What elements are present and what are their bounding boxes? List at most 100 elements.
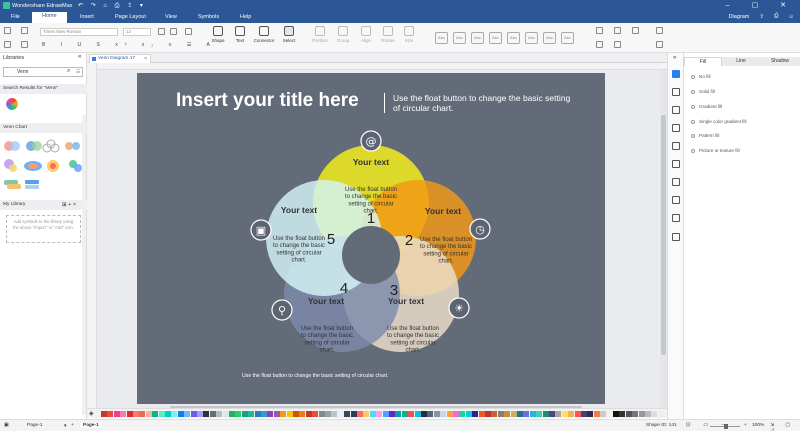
fit-page-icons[interactable]: ⇲ ▢ ⤢ <box>770 423 800 431</box>
style-preset-5[interactable]: Abc <box>507 32 520 44</box>
layers-tool-icon[interactable] <box>672 233 680 241</box>
palette-swatch[interactable] <box>600 411 607 417</box>
menu-view[interactable]: View <box>165 14 177 20</box>
palette-swatch[interactable] <box>369 411 376 417</box>
palette-swatch[interactable] <box>120 411 127 417</box>
palette-swatch[interactable] <box>632 411 639 417</box>
arrow-style-icon[interactable] <box>614 41 621 48</box>
menu-insert[interactable]: Insert <box>80 14 94 20</box>
text-tool[interactable]: Text <box>228 26 252 43</box>
diagram-subtitle[interactable]: Use the float button to change the basic… <box>393 93 573 113</box>
palette-swatch[interactable] <box>376 411 383 417</box>
share-icon[interactable]: ⇪ <box>759 14 764 20</box>
palette-swatch[interactable] <box>536 411 543 417</box>
palette-swatch[interactable] <box>286 411 293 417</box>
palette-swatch[interactable] <box>645 411 651 417</box>
palette-swatch[interactable] <box>459 411 466 417</box>
palette-swatch[interactable] <box>568 411 575 417</box>
print-icon[interactable]: ⎙ <box>774 13 778 20</box>
palette-swatch[interactable] <box>574 411 581 417</box>
palette-swatch[interactable] <box>485 411 491 417</box>
radio-icon[interactable] <box>691 74 695 79</box>
style-preset-6[interactable]: Abc <box>525 32 538 44</box>
fill-option-gradient[interactable]: Gradient fill <box>691 104 722 109</box>
palette-swatch[interactable] <box>440 411 447 417</box>
palette-swatch[interactable] <box>561 411 568 417</box>
palette-swatch[interactable] <box>465 411 472 417</box>
palette-swatch[interactable] <box>254 411 261 417</box>
search-icon[interactable]: ⌕ <box>67 68 70 75</box>
radio-icon[interactable] <box>691 104 695 109</box>
text-format-buttons[interactable]: B I U S x² x₂ ≡ ☰ A <box>42 42 217 48</box>
palette-swatch[interactable] <box>427 411 434 417</box>
search-results-header[interactable]: Search Results for "Venn" <box>0 84 87 94</box>
color-palette[interactable]: ◈ <box>87 408 667 418</box>
font-family-select[interactable]: Times New Roman <box>40 28 118 36</box>
palette-swatch[interactable] <box>197 411 203 417</box>
line-color-icon[interactable] <box>614 27 621 34</box>
style-preset-2[interactable]: Abc <box>453 32 466 44</box>
radio-icon[interactable] <box>691 119 695 124</box>
palette-swatch[interactable] <box>171 411 178 417</box>
document-tab[interactable]: Venn Diagram 17 × <box>89 54 151 63</box>
page-selector-arrow-icon[interactable]: ▾ <box>64 423 67 429</box>
palette-swatch[interactable] <box>587 411 594 417</box>
palette-swatch[interactable] <box>325 411 331 417</box>
tab-shadow[interactable]: Shadow <box>760 57 800 66</box>
format-painter-icon[interactable] <box>21 41 28 48</box>
close-tab-icon[interactable]: × <box>144 55 147 63</box>
palette-swatch[interactable] <box>158 411 165 417</box>
palette-swatch[interactable] <box>510 411 517 417</box>
palette-swatch[interactable] <box>101 411 107 417</box>
table-tool-icon[interactable] <box>672 178 680 186</box>
diagram-footer-note[interactable]: Use the float button to change the basic… <box>242 373 389 379</box>
palette-swatch[interactable] <box>401 411 408 417</box>
palette-swatch[interactable] <box>357 411 363 417</box>
palette-swatch[interactable] <box>408 411 415 417</box>
fill-bucket-icon[interactable]: ◈ <box>89 410 94 417</box>
align-icon[interactable] <box>185 28 192 35</box>
palette-swatch[interactable] <box>152 411 159 417</box>
chart-tool-icon[interactable] <box>672 160 680 168</box>
palette-swatch[interactable] <box>625 411 632 417</box>
group-tool[interactable]: Group <box>331 26 355 43</box>
style-tool-icon[interactable] <box>672 88 680 96</box>
palette-swatch[interactable] <box>350 411 357 417</box>
palette-swatch[interactable] <box>203 411 210 417</box>
palette-swatch[interactable] <box>312 411 319 417</box>
palette-swatch[interactable] <box>273 411 280 417</box>
position-tool[interactable]: Position <box>308 26 332 43</box>
zoom-in-icon[interactable]: + <box>744 423 747 428</box>
paste-icon[interactable] <box>4 41 11 48</box>
palette-swatch[interactable] <box>613 411 619 417</box>
palette-swatch[interactable] <box>344 411 351 417</box>
style-preset-3[interactable]: Abc <box>471 32 484 44</box>
venn-diagram[interactable]: @◷☀⚲▣ 1Your textUse the float button to c… <box>137 73 605 404</box>
import-add-icons[interactable]: ⊞ + × <box>62 200 76 210</box>
palette-swatch[interactable] <box>126 411 133 417</box>
decrease-font-icon[interactable] <box>170 28 177 35</box>
palette-swatch[interactable] <box>395 411 402 417</box>
align-tool[interactable]: Align <box>354 26 378 43</box>
outline-tool-icon[interactable] <box>672 214 680 222</box>
petal-heading[interactable]: Your text <box>308 296 344 306</box>
palette-swatch[interactable] <box>421 411 427 417</box>
style-preset-4[interactable]: Abc <box>489 32 502 44</box>
find-icon[interactable] <box>656 27 663 34</box>
fill-option-picture-texture[interactable]: Picture or texture fill <box>691 148 740 153</box>
user-icon[interactable]: ☺ <box>788 14 794 20</box>
venn-chart-thumbnails[interactable] <box>3 138 85 198</box>
font-size-select[interactable]: 12 <box>123 28 151 36</box>
palette-swatch[interactable] <box>581 411 587 417</box>
palette-swatch[interactable] <box>363 411 370 417</box>
radio-icon[interactable] <box>691 133 695 138</box>
collapse-panel-icon[interactable]: « <box>78 54 81 60</box>
palette-swatch[interactable] <box>139 411 146 417</box>
fill-option-single-color-gradient[interactable]: Single color gradient fill <box>691 119 747 124</box>
style-preset-7[interactable]: Abc <box>543 32 556 44</box>
zoom-slider-handle[interactable] <box>724 424 728 429</box>
palette-swatch[interactable] <box>593 411 600 417</box>
my-library-header[interactable]: My Library ⊞ + × <box>0 200 87 210</box>
style-preset-1[interactable]: Abc <box>435 32 448 44</box>
zoom-slider[interactable] <box>710 424 740 429</box>
